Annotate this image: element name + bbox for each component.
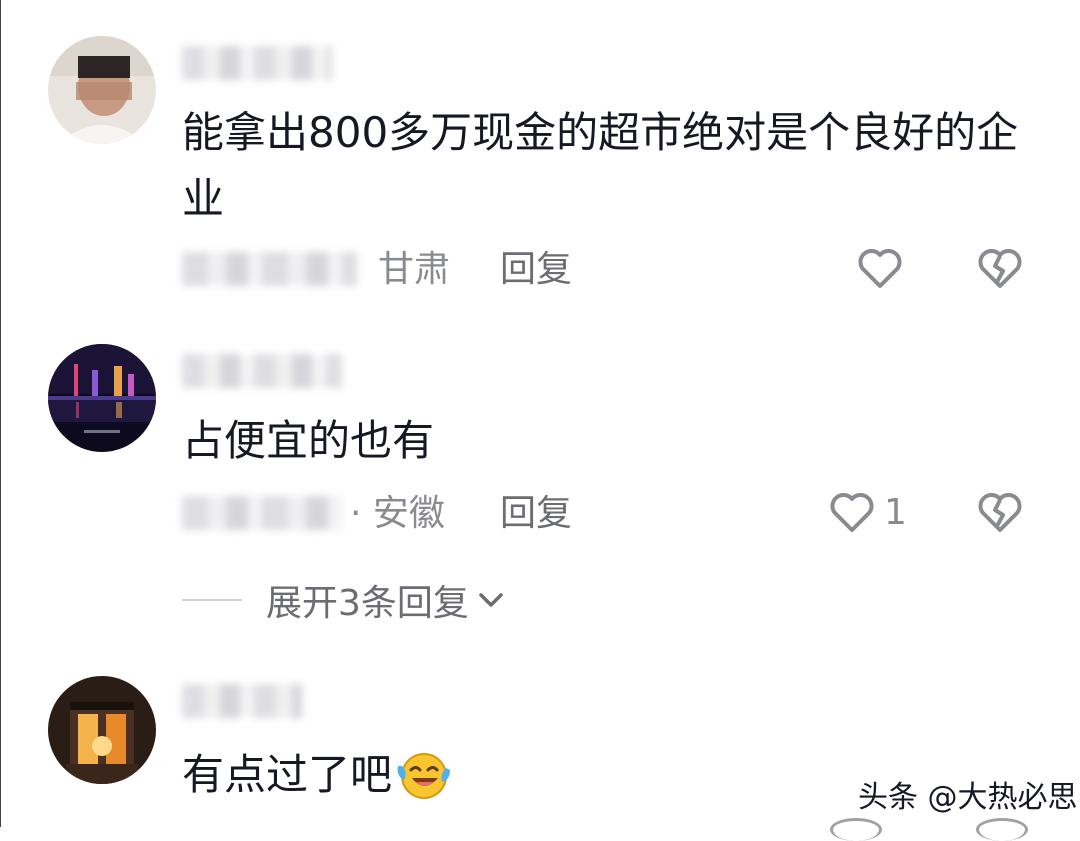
reply-button[interactable]: 回复	[500, 248, 572, 292]
reply-button[interactable]: 回复	[500, 492, 572, 536]
left-edge-divider	[0, 0, 1, 827]
dislike-button[interactable]	[976, 488, 1024, 536]
dislike-button[interactable]	[976, 244, 1024, 292]
heart-outline-icon	[830, 493, 874, 532]
region-label: 甘肃	[378, 249, 451, 290]
comment-text: 能拿出800多万现金的超市绝对是个良好的企业	[182, 108, 1019, 223]
comment-text: 占便宜的也有	[182, 416, 435, 465]
heart-outline-icon	[858, 249, 902, 288]
heart-outline-icon	[830, 818, 882, 841]
comment-meta: 甘肃 回复	[182, 248, 1042, 292]
like-count: 1	[884, 491, 907, 533]
user-tag-redacted	[182, 496, 342, 530]
divider-line	[182, 599, 242, 601]
expand-replies-button[interactable]: 展开3条回复	[182, 578, 507, 624]
avatar[interactable]	[48, 676, 156, 784]
like-button[interactable]	[856, 244, 904, 292]
like-button[interactable]: 1	[828, 488, 907, 536]
broken-heart-icon	[976, 818, 1028, 841]
username-redacted	[182, 684, 302, 718]
avatar[interactable]	[48, 36, 156, 144]
username-redacted	[182, 354, 342, 388]
username-redacted	[182, 46, 332, 80]
chevron-down-icon	[479, 593, 503, 607]
laughing-tears-emoji-icon	[397, 752, 451, 799]
comment-meta: · 安徽 回复	[182, 492, 1042, 536]
broken-heart-icon	[978, 249, 1022, 288]
region-label: · 安徽	[350, 493, 445, 534]
user-tag-redacted	[182, 252, 357, 286]
avatar[interactable]	[48, 344, 156, 452]
source-watermark: 头条 @大热必思	[858, 780, 1078, 815]
expand-replies-label: 展开3条回复	[266, 583, 469, 624]
broken-heart-icon	[978, 493, 1022, 532]
comment-text-content: 有点过了吧	[182, 750, 393, 799]
